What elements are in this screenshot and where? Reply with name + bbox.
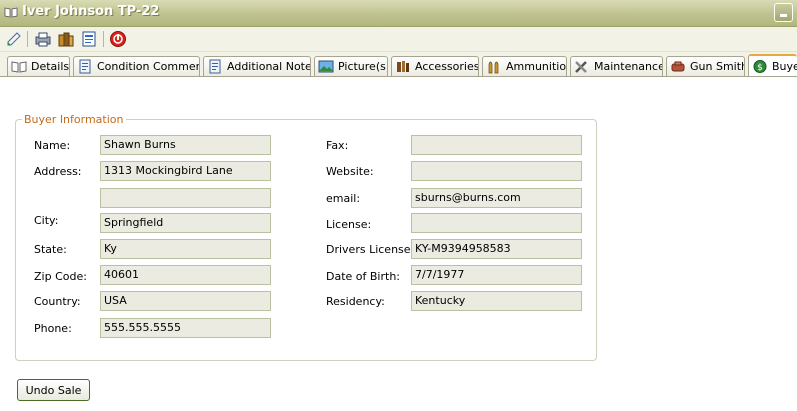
residency-field[interactable]: Kentucky (411, 291, 582, 311)
website-label: Website: (326, 165, 374, 178)
tab-label: Accessories (415, 60, 479, 73)
address-line2-field[interactable] (100, 188, 271, 208)
date-of-birth-label: Date of Birth: (326, 270, 401, 283)
toolbar-separator (103, 31, 104, 47)
address-line1-field[interactable]: 1313 Mockingbird Lane (100, 161, 271, 181)
picture-icon (318, 60, 334, 73)
name-label: Name: (34, 139, 71, 152)
tab-label: Buyer (772, 60, 797, 73)
tab-label: Picture(s) (338, 60, 388, 73)
buyer-icon: $ (753, 60, 767, 73)
tab-additional-notes[interactable]: Additional Notes (203, 56, 311, 76)
drivers-license-field[interactable]: KY-M9394958583 (411, 239, 582, 259)
tab-label: Gun Smith (690, 60, 745, 73)
tools-icon (575, 61, 587, 73)
address-label: Address: (34, 165, 82, 178)
drivers-license-label: Drivers License: (326, 243, 415, 256)
tab-buyer[interactable]: $ Buyer (748, 54, 797, 77)
tab-accessories[interactable]: Accessories (391, 56, 479, 76)
ammunition-icon (488, 61, 499, 74)
email-label: email: (326, 192, 361, 205)
tab-details[interactable]: Details (7, 56, 70, 76)
toolbar-separator (27, 31, 28, 47)
toolbar (0, 27, 797, 52)
tab-label: Maintenance (594, 60, 663, 73)
date-of-birth-field[interactable]: 7/7/1977 (411, 265, 582, 285)
residency-label: Residency: (326, 295, 385, 308)
tab-strip: Details Condition Comments Additional No… (0, 52, 797, 77)
state-field[interactable]: Ky (100, 239, 271, 259)
email-field[interactable]: sburns@burns.com (411, 188, 582, 208)
website-field[interactable] (411, 161, 582, 181)
tab-gun-smith[interactable]: Gun Smith (666, 56, 745, 76)
tab-label: Ammunition (506, 60, 567, 73)
fax-label: Fax: (326, 139, 349, 152)
app-book-icon (4, 7, 18, 18)
license-field[interactable] (411, 213, 582, 233)
group-legend: Buyer Information (22, 113, 126, 126)
city-field[interactable]: Springfield (100, 213, 271, 233)
notes-icon (209, 59, 221, 74)
zip-code-field[interactable]: 40601 (100, 265, 271, 285)
city-label: City: (34, 214, 59, 227)
window-title: Iver Johnson TP-22 (22, 4, 160, 19)
phone-label: Phone: (34, 322, 72, 335)
close-icon[interactable] (109, 30, 127, 48)
country-label: Country: (34, 295, 81, 308)
accessories-icon (397, 61, 409, 72)
tab-label: Condition Comments (97, 60, 199, 73)
tab-condition-comments[interactable]: Condition Comments (73, 56, 200, 76)
notes-icon (79, 59, 91, 74)
report-icon[interactable] (80, 30, 98, 48)
phone-field[interactable]: 555.555.5555 (100, 318, 271, 338)
state-label: State: (34, 243, 67, 256)
edit-icon[interactable] (5, 30, 23, 48)
title-bar: Iver Johnson TP-22 (0, 0, 797, 27)
fax-field[interactable] (411, 135, 582, 155)
minimize-button[interactable] (774, 3, 793, 22)
country-field[interactable]: USA (100, 291, 271, 311)
tab-label: Additional Notes (227, 60, 311, 73)
books-icon[interactable] (57, 30, 75, 48)
tab-maintenance[interactable]: Maintenance (570, 56, 663, 76)
svg-text:$: $ (757, 63, 763, 73)
tab-pictures[interactable]: Picture(s) (314, 56, 388, 76)
tab-label: Details (31, 60, 70, 73)
license-label: License: (326, 218, 372, 231)
name-field[interactable]: Shawn Burns (100, 135, 271, 155)
tab-ammunition[interactable]: Ammunition (482, 56, 567, 76)
book-icon (11, 61, 27, 73)
undo-sale-button[interactable]: Undo Sale (17, 379, 90, 401)
gunsmith-icon (671, 61, 685, 72)
print-icon[interactable] (34, 30, 52, 48)
zip-code-label: Zip Code: (34, 270, 87, 283)
